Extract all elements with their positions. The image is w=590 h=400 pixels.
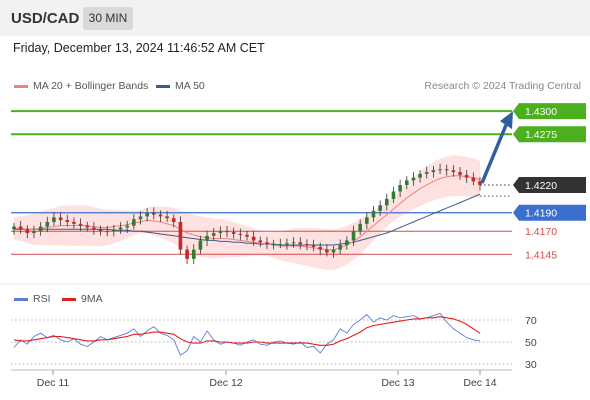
candle-body <box>18 226 23 230</box>
level-label-1.4220: 1.4220 <box>525 180 557 192</box>
candle-body <box>391 191 396 199</box>
candle-body <box>458 172 462 175</box>
candle-body <box>218 231 223 234</box>
x-tick-label: Dec 13 <box>381 377 414 389</box>
candle-body <box>378 205 382 211</box>
candle-body <box>25 229 30 234</box>
candle-body <box>371 210 376 218</box>
candle-body <box>32 231 36 234</box>
candle-body <box>45 221 50 227</box>
candle-body <box>265 242 269 245</box>
candle-body <box>191 249 196 259</box>
candle-body <box>238 233 243 235</box>
candle-body <box>424 172 429 174</box>
candle-body <box>251 236 256 241</box>
candle-body <box>132 219 136 226</box>
candle-body <box>471 177 476 182</box>
candle-body <box>438 169 442 171</box>
candle-body <box>125 225 129 228</box>
candle-body <box>198 240 203 250</box>
candle-body <box>444 169 449 171</box>
rsi-ma-line <box>13 316 481 346</box>
candle-body <box>78 223 83 226</box>
candle-body <box>258 240 263 243</box>
candle-body <box>92 227 96 230</box>
candle-body <box>152 212 156 215</box>
candle-body <box>431 170 436 173</box>
candle-body <box>285 243 289 245</box>
candle-body <box>38 226 43 232</box>
candle-body <box>118 227 123 230</box>
candle-body <box>211 233 216 236</box>
rsi-tick-50: 50 <box>525 337 537 349</box>
candle-body <box>418 173 422 178</box>
candle-body <box>464 174 469 178</box>
candle-body <box>278 244 283 246</box>
candle-body <box>112 229 116 232</box>
candle-body <box>205 235 209 241</box>
candle-body <box>225 231 229 233</box>
candle-body <box>338 245 342 250</box>
candle-body <box>98 229 103 232</box>
candle-body <box>398 185 402 192</box>
level-label-1.4145: 1.4145 <box>525 249 557 261</box>
candle-body <box>138 216 143 220</box>
candle-body <box>105 231 109 233</box>
candle-body <box>52 217 56 222</box>
candle-body <box>358 223 362 232</box>
candle-body <box>404 180 409 185</box>
price-chart: 1.4300 1.4275 1.4220 1.4190 1.4170 1.4145 70 50… <box>0 103 590 389</box>
candle-body <box>351 231 356 241</box>
candle-body <box>411 177 416 181</box>
candle-body <box>65 220 70 222</box>
candle-body <box>245 234 249 237</box>
candle-body <box>271 244 276 246</box>
x-tick-label: Dec 14 <box>463 377 496 389</box>
x-tick-label: Dec 11 <box>37 377 70 389</box>
candle-body <box>58 217 63 221</box>
candle-body <box>325 249 329 253</box>
level-label-1.4275: 1.4275 <box>525 129 557 141</box>
candle-body <box>185 249 189 259</box>
candle-body <box>171 218 176 222</box>
candle-body <box>331 249 336 253</box>
candle-body <box>298 242 303 245</box>
candle-body <box>12 226 16 230</box>
candle-body <box>178 221 183 250</box>
candle-body <box>85 225 90 228</box>
level-label-1.4170: 1.4170 <box>525 226 557 238</box>
candle-body <box>318 246 323 250</box>
candle-body <box>158 214 163 217</box>
level-label-1.4190: 1.4190 <box>525 208 557 220</box>
rsi-tick-30: 30 <box>525 359 537 371</box>
candle-body <box>311 245 316 247</box>
level-label-1.4300: 1.4300 <box>525 106 557 118</box>
candle-body <box>451 170 456 173</box>
rsi-tick-70: 70 <box>525 315 537 327</box>
candle-body <box>165 216 169 219</box>
candle-body <box>231 232 236 234</box>
candle-body <box>72 221 76 224</box>
candle-body <box>145 212 149 217</box>
candle-body <box>345 240 349 246</box>
candle-body <box>291 242 296 244</box>
candle-body <box>385 198 389 206</box>
candle-body <box>305 244 309 246</box>
x-tick-label: Dec 12 <box>209 377 242 389</box>
candle-body <box>365 217 369 224</box>
